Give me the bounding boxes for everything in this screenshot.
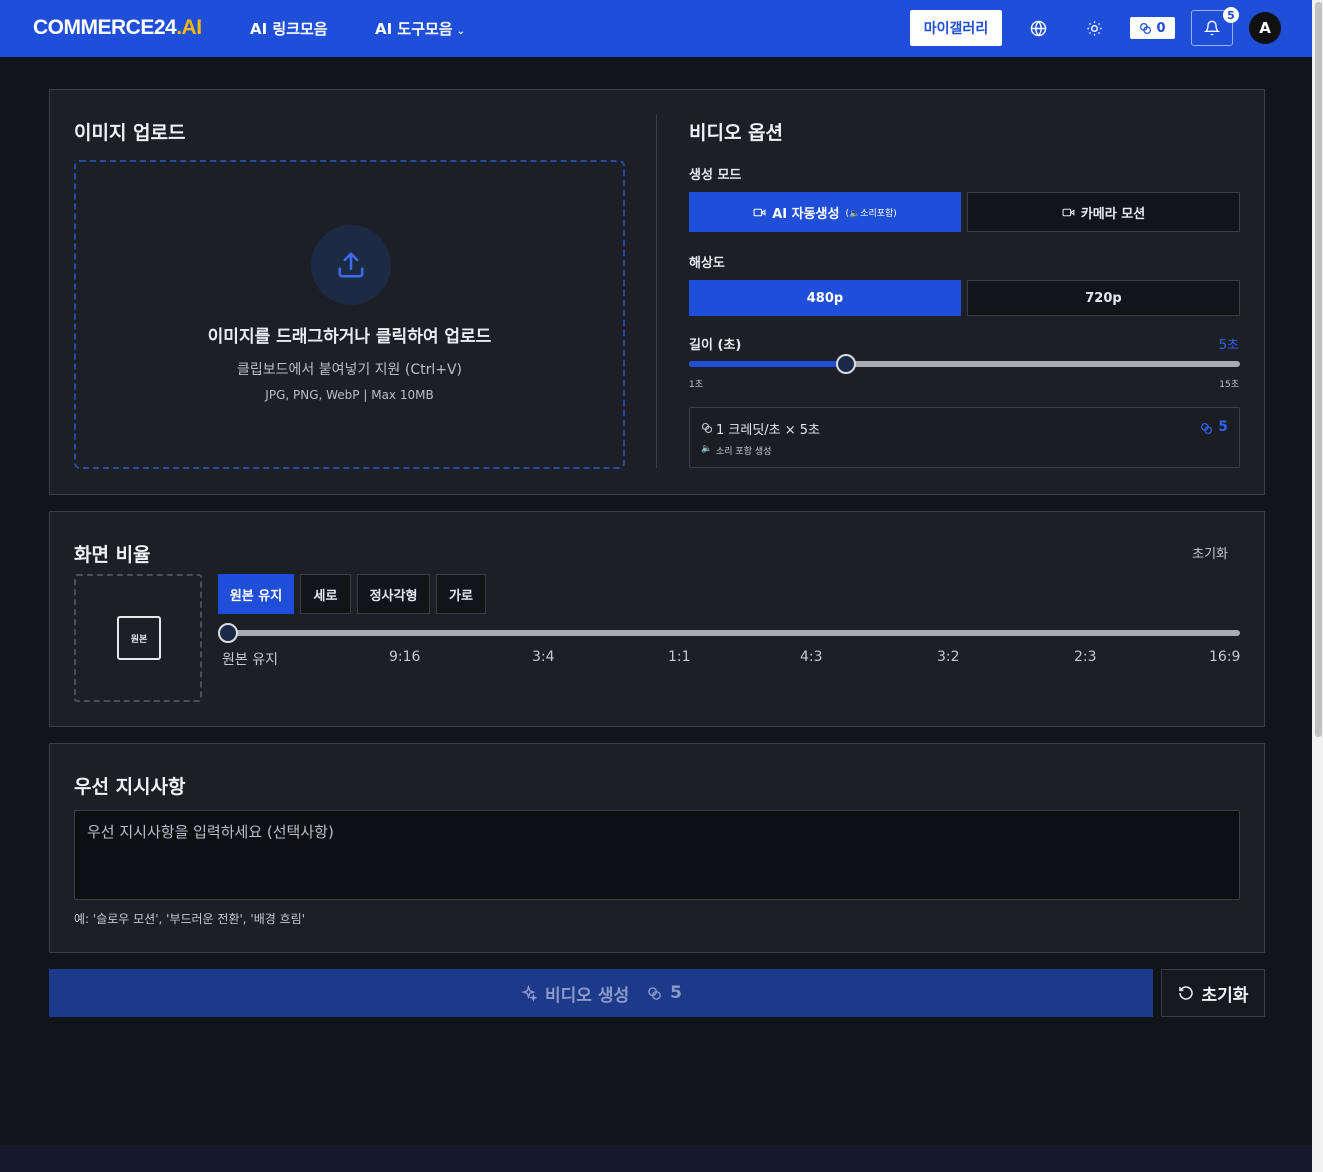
- divider: [656, 114, 657, 468]
- nav-ai-tools[interactable]: AI 도구모음 ⌄: [375, 18, 465, 39]
- aspect-reset-button[interactable]: 초기화: [1192, 543, 1228, 562]
- ratio-tick: 2:3: [1074, 649, 1097, 665]
- logo-main: COMMERCE24: [33, 16, 177, 39]
- mode-label: 생성 모드: [689, 168, 742, 183]
- ratio-tick: 3:4: [532, 649, 555, 665]
- image-dropzone[interactable]: 이미지를 드래그하거나 클릭하여 업로드 클립보드에서 붙여넣기 지원 (Ctr…: [74, 160, 625, 469]
- ratio-tick: 16:9: [1209, 649, 1241, 665]
- mode-auto-button[interactable]: AI 자동생성 (🔈소리포함): [689, 192, 961, 232]
- logo-suffix: .AI: [176, 16, 202, 39]
- globe-icon[interactable]: [1028, 18, 1048, 38]
- reset-icon: [1178, 986, 1193, 1000]
- length-value: 5초: [1218, 338, 1239, 353]
- coins-icon: [1140, 22, 1152, 34]
- ratio-slider-track[interactable]: [228, 630, 1240, 636]
- length-min-label: 1초: [689, 380, 704, 390]
- ratio-tick: 1:1: [668, 649, 691, 665]
- cost-formula: 1 크레딧/초 × 5초: [716, 423, 821, 438]
- upload-icon: [311, 225, 391, 305]
- aspect-title: 화면 비율: [74, 544, 151, 566]
- cost-total: 5: [1218, 419, 1228, 435]
- credit-balance[interactable]: 0: [1130, 17, 1175, 39]
- length-max-label: 15초: [1219, 380, 1239, 390]
- dropzone-main-text: 이미지를 드래그하거나 클릭하여 업로드: [207, 327, 492, 347]
- generate-label: 비디오 생성: [545, 985, 630, 1006]
- scrollbar-thumb[interactable]: [1315, 2, 1322, 737]
- length-label: 길이 (초): [689, 338, 742, 353]
- nav-ai-links[interactable]: AI 링크모음: [250, 18, 328, 39]
- video-options-title: 비디오 옵션: [689, 122, 784, 144]
- notification-badge: 5: [1223, 7, 1239, 23]
- chevron-down-icon: ⌄: [456, 26, 466, 37]
- ratio-tick: 3:2: [937, 649, 960, 665]
- video-icon: [753, 208, 766, 216]
- resolution-720-button[interactable]: 720p: [967, 280, 1240, 316]
- length-slider-handle[interactable]: [836, 354, 857, 374]
- ratio-preview: 원본: [74, 574, 202, 702]
- priority-input[interactable]: 우선 지시사항을 입력하세요 (선택사항): [74, 810, 1240, 900]
- sun-icon[interactable]: [1084, 18, 1104, 38]
- priority-title: 우선 지시사항: [74, 776, 186, 798]
- length-slider-fill: [689, 361, 847, 367]
- speaker-icon: 🔈: [701, 444, 713, 454]
- coins-icon: [701, 422, 713, 434]
- priority-hint: 예: '슬로우 모션', '부드러운 전환', '배경 흐림': [74, 912, 305, 926]
- nav-ai-tools-label: AI 도구모음: [375, 20, 453, 38]
- coins-icon: [648, 986, 661, 1000]
- generate-cost: 5: [670, 983, 682, 1003]
- video-icon: [1062, 208, 1075, 216]
- ratio-tick: 9:16: [389, 649, 421, 665]
- ratio-preview-label: 원본: [117, 616, 161, 660]
- ratio-tick: 4:3: [800, 649, 823, 665]
- cost-note: 소리 포함 생성: [716, 447, 772, 457]
- resolution-480-button[interactable]: 480p: [689, 280, 961, 316]
- ratio-slider-handle[interactable]: [218, 623, 238, 643]
- avatar[interactable]: A: [1249, 12, 1281, 44]
- dropzone-sub-text: 클립보드에서 붙여넣기 지원 (Ctrl+V): [236, 362, 463, 378]
- my-gallery-button[interactable]: 마이갤러리: [910, 10, 1002, 46]
- upload-options-panel: 이미지 업로드 이미지를 드래그하거나 클릭하여 업로드 클립보드에서 붙여넣기…: [49, 89, 1265, 495]
- mode-camera-button[interactable]: 카메라 모션: [967, 192, 1240, 232]
- ratio-tab-original[interactable]: 원본 유지: [218, 574, 294, 614]
- mode-camera-label: 카메라 모션: [1080, 206, 1146, 222]
- reset-label: 초기화: [1201, 985, 1249, 1006]
- ratio-tick: 원본 유지: [222, 652, 278, 668]
- dropzone-formats-text: JPG, PNG, WebP | Max 10MB: [265, 388, 434, 402]
- generate-video-button[interactable]: 비디오 생성 5: [49, 969, 1153, 1017]
- ratio-tab-square[interactable]: 정사각형: [357, 574, 430, 614]
- ratio-tab-portrait[interactable]: 세로: [300, 574, 351, 614]
- credit-count: 0: [1156, 20, 1166, 36]
- coins-icon: [1201, 423, 1212, 434]
- footer-band: [0, 1145, 1312, 1172]
- cost-summary: 1 크레딧/초 × 5초 5 🔈 소리 포함 생성: [689, 407, 1240, 468]
- sparkle-icon: [521, 984, 538, 1002]
- top-navbar: COMMERCE24.AI AI 링크모음 AI 도구모음 ⌄ 마이갤러리 0 5…: [0, 0, 1312, 57]
- mode-auto-note: (🔈소리포함): [845, 208, 897, 219]
- ratio-tab-landscape[interactable]: 가로: [436, 574, 486, 614]
- reset-button[interactable]: 초기화: [1161, 969, 1265, 1017]
- logo[interactable]: COMMERCE24.AI: [33, 16, 202, 40]
- bell-icon: [1204, 20, 1220, 36]
- aspect-ratio-panel: 화면 비율 초기화 원본 원본 유지 세로 정사각형 가로 원본 유지 9:16…: [49, 511, 1265, 727]
- upload-title: 이미지 업로드: [74, 122, 186, 144]
- priority-panel: 우선 지시사항 우선 지시사항을 입력하세요 (선택사항) 예: '슬로우 모션…: [49, 743, 1265, 953]
- resolution-label: 해상도: [689, 256, 725, 271]
- notifications-button[interactable]: 5: [1191, 7, 1239, 46]
- mode-auto-label: AI 자동생성: [772, 206, 840, 222]
